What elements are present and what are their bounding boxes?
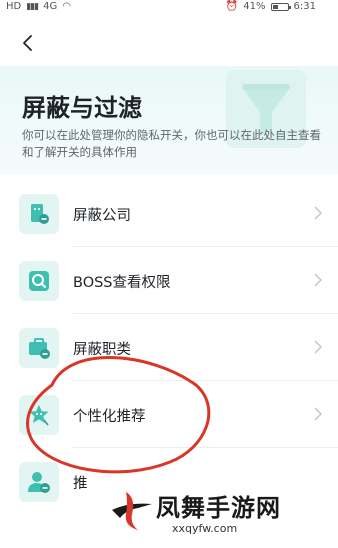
status-right: ⏰ 41% 6:31: [226, 1, 316, 12]
hd-indicator: HD: [6, 1, 22, 12]
list-item-boss-permission[interactable]: BOSS查看权限: [0, 247, 338, 314]
page-description: 你可以在此处管理你的隐私开关，你也可以在此处自主查看和了解开关的具体作用: [22, 128, 321, 159]
watermark-text: 凤舞手游网: [156, 494, 281, 522]
list-item-personalized-recommend[interactable]: 个性化推荐: [0, 381, 338, 448]
battery-icon: [270, 2, 291, 11]
watermark-url: xxqyfw.com: [172, 522, 238, 535]
chevron-right-icon: [314, 340, 322, 354]
status-left: HD ▮▮▮ 4G ◠: [6, 1, 71, 12]
back-button[interactable]: [14, 30, 40, 56]
list-item-label: 个性化推荐: [73, 409, 146, 425]
list-item-block-job-category[interactable]: 屏蔽职类: [0, 314, 338, 381]
list-item-label: BOSS查看权限: [73, 275, 171, 291]
company-block-icon: [19, 194, 59, 234]
personalized-recommend-icon: [19, 395, 59, 435]
page-title: 屏蔽与过滤: [22, 94, 142, 122]
list-item-label: 推: [73, 476, 88, 492]
list-item-label: 屏蔽公司: [73, 208, 131, 224]
chevron-right-icon: [314, 407, 322, 421]
user-block-icon: [19, 462, 59, 502]
battery-percent: 41%: [243, 1, 266, 12]
boss-view-permission-icon: [19, 261, 59, 301]
watermark: 凤舞手游网 xxqyfw.com: [102, 488, 338, 548]
page-header: 屏蔽与过滤 你可以在此处管理你的隐私开关，你也可以在此处自主查看和了解开关的具体…: [0, 66, 338, 174]
back-arrow-icon: [23, 35, 32, 51]
list-item-block-company[interactable]: 屏蔽公司: [0, 180, 338, 247]
status-bar: HD ▮▮▮ 4G ◠ ⏰ 41% 6:31: [0, 0, 338, 16]
chevron-right-icon: [314, 273, 322, 287]
signal-icon: ▮▮▮: [26, 1, 39, 12]
watermark-logo: [112, 492, 152, 530]
job-category-block-icon: [19, 328, 59, 368]
chevron-right-icon: [314, 206, 322, 220]
clock: 6:31: [293, 1, 316, 12]
network-type: 4G: [43, 1, 58, 12]
wifi-icon: ◠: [62, 1, 71, 12]
list-item-label: 屏蔽职类: [73, 342, 131, 358]
alarm-icon: ⏰: [225, 1, 239, 12]
battery-fill: [272, 4, 279, 9]
